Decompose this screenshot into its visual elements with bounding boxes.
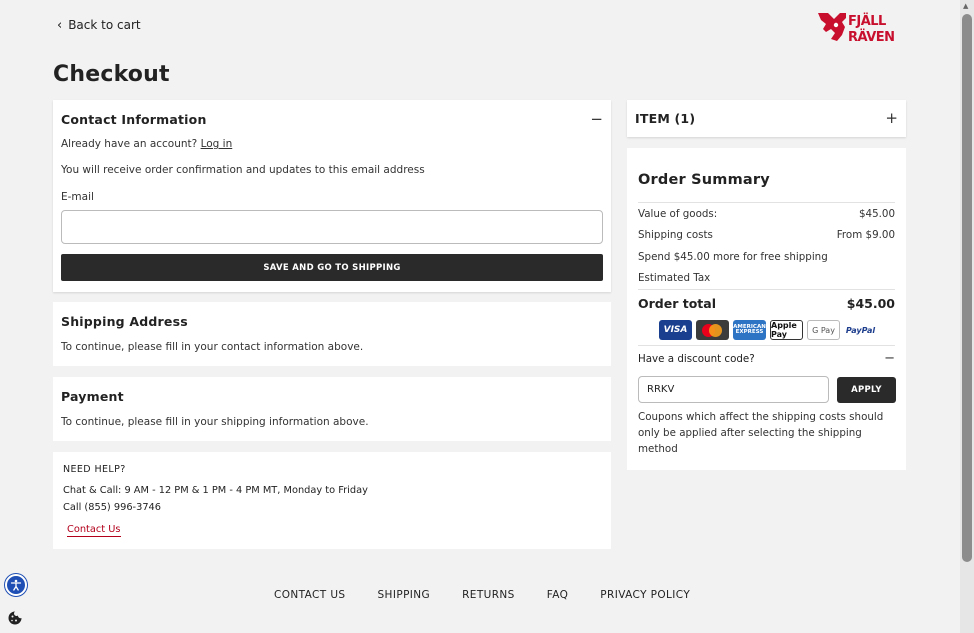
discount-code-label: Have a discount code? — [638, 352, 755, 365]
back-to-cart-link[interactable]: ‹ Back to cart — [57, 18, 141, 32]
footer-nav: CONTACT US SHIPPING RETURNS FAQ PRIVACY … — [274, 589, 690, 601]
need-help-title: NEED HELP? — [63, 464, 126, 475]
footer-link-returns[interactable]: RETURNS — [462, 589, 515, 601]
account-prompt: Already have an account? Log in — [61, 138, 232, 150]
payment-section: Payment To continue, please fill in your… — [53, 377, 611, 441]
svg-text:FJÄLL: FJÄLL — [848, 13, 886, 29]
american-express-icon: AMERICAN EXPRESS — [733, 320, 766, 340]
support-hours: Chat & Call: 9 AM - 12 PM & 1 PM - 4 PM … — [63, 485, 368, 496]
shipping-costs-value: From $9.00 — [836, 229, 895, 241]
back-to-cart-label: Back to cart — [68, 18, 141, 32]
shipping-address-section: Shipping Address To continue, please fil… — [53, 302, 611, 366]
shipping-costs-row: Shipping costs From $9.00 — [638, 229, 895, 241]
scroll-up-icon[interactable]: ▲ — [963, 2, 968, 10]
value-of-goods-row: Value of goods: $45.00 — [638, 208, 895, 220]
contact-information-title: Contact Information — [61, 111, 207, 127]
items-label: ITEM (1) — [635, 111, 696, 126]
shipping-address-text: To continue, please fill in your contact… — [61, 341, 364, 353]
footer-link-shipping[interactable]: SHIPPING — [377, 589, 430, 601]
value-of-goods-value: $45.00 — [858, 208, 895, 220]
accessibility-icon[interactable] — [5, 574, 27, 596]
email-notice: You will receive order confirmation and … — [61, 164, 425, 176]
google-pay-icon: G Pay — [807, 320, 840, 340]
contact-information-section: Contact Information − Already have an ac… — [53, 100, 611, 292]
paypal-icon: PayPal — [844, 320, 877, 340]
order-total-label: Order total — [638, 296, 716, 311]
order-summary-section: Order Summary Value of goods: $45.00 Shi… — [627, 148, 906, 470]
save-and-go-to-shipping-button[interactable]: SAVE AND GO TO SHIPPING — [61, 254, 603, 281]
scrollbar-thumb[interactable] — [962, 14, 972, 562]
value-of-goods-label: Value of goods: — [638, 208, 718, 220]
visa-icon: VISA — [659, 320, 692, 340]
contact-us-link[interactable]: Contact Us — [67, 524, 121, 537]
checkout-page: ‹ Back to cart FJÄLL RÄVEN Checkout Cont… — [0, 0, 960, 633]
items-header[interactable]: ITEM (1) + — [627, 100, 906, 137]
order-summary-title: Order Summary — [638, 172, 770, 188]
estimated-tax-row: Estimated Tax — [638, 272, 895, 284]
estimated-tax-label: Estimated Tax — [638, 272, 711, 284]
chevron-left-icon: ‹ — [57, 17, 63, 33]
order-total-value: $45.00 — [846, 296, 895, 311]
footer-link-faq[interactable]: FAQ — [547, 589, 569, 601]
fjallraven-logo[interactable]: FJÄLL RÄVEN — [816, 10, 906, 45]
discount-code-toggle[interactable]: Have a discount code? − — [638, 352, 895, 365]
footer-link-privacy-policy[interactable]: PRIVACY POLICY — [600, 589, 690, 601]
collapse-icon[interactable]: − — [590, 111, 603, 127]
footer-link-contact-us[interactable]: CONTACT US — [274, 589, 345, 601]
shipping-address-title: Shipping Address — [61, 314, 188, 329]
cookie-settings-icon[interactable] — [6, 609, 24, 627]
divider — [638, 345, 895, 346]
payment-methods: VISA AMERICAN EXPRESS Apple Pay G Pay Pa… — [659, 320, 877, 340]
coupon-note: Coupons which affect the shipping costs … — [638, 411, 884, 455]
collapse-icon[interactable]: − — [884, 352, 895, 365]
free-shipping-message: Spend $45.00 more for free shipping — [638, 251, 828, 263]
payment-text: To continue, please fill in your shippin… — [61, 416, 369, 428]
mastercard-icon — [696, 320, 729, 340]
divider — [638, 289, 895, 290]
divider — [638, 202, 895, 203]
shipping-costs-label: Shipping costs — [638, 229, 713, 241]
email-field[interactable] — [61, 210, 603, 244]
log-in-link[interactable]: Log in — [201, 138, 233, 150]
page-title: Checkout — [53, 62, 170, 87]
apple-pay-icon: Apple Pay — [770, 320, 803, 340]
expand-icon[interactable]: + — [885, 111, 898, 126]
need-help-section: NEED HELP? Chat & Call: 9 AM - 12 PM & 1… — [53, 452, 611, 549]
discount-code-input[interactable] — [638, 376, 829, 403]
account-prompt-text: Already have an account? — [61, 138, 198, 150]
order-total-row: Order total $45.00 — [638, 296, 895, 311]
free-shipping-row: Spend $45.00 more for free shipping — [638, 251, 895, 263]
contact-information-header[interactable]: Contact Information − — [53, 100, 611, 138]
items-section[interactable]: ITEM (1) + — [627, 100, 906, 137]
vertical-scrollbar[interactable]: ▲ — [960, 0, 974, 633]
payment-title: Payment — [61, 389, 124, 404]
support-phone: Call (855) 996-3746 — [63, 502, 162, 513]
svg-text:RÄVEN: RÄVEN — [848, 29, 895, 44]
apply-discount-button[interactable]: APPLY — [837, 377, 896, 403]
email-label: E-mail — [61, 191, 94, 203]
